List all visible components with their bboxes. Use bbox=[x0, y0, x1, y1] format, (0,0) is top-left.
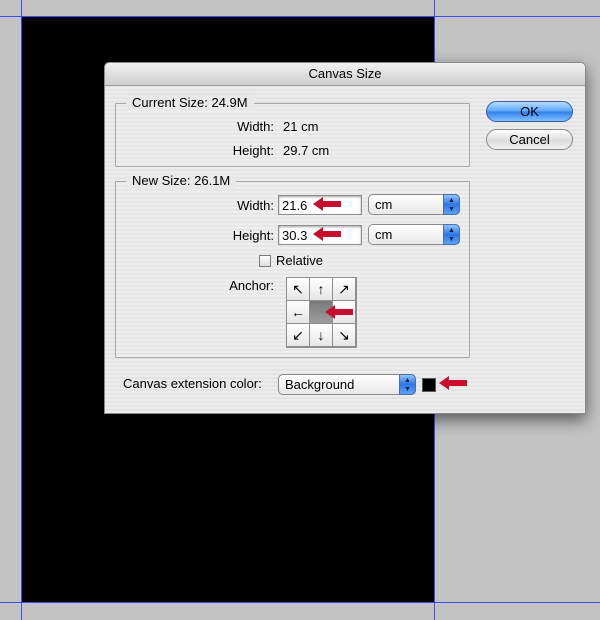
guide-line-bottom bbox=[0, 602, 600, 603]
current-width-label: Width: bbox=[237, 119, 274, 134]
select-stepper-icon: ▲ ▼ bbox=[443, 194, 460, 215]
cancel-button[interactable]: Cancel bbox=[486, 129, 573, 150]
annotation-arrow-icon bbox=[439, 376, 467, 390]
arrow-left-icon: ← bbox=[291, 304, 305, 320]
extension-color-value: Background bbox=[285, 377, 355, 392]
arrow-up-icon: ↑ bbox=[317, 281, 325, 297]
arrow-down-right-icon: ↘ bbox=[338, 327, 350, 343]
canvas-size-dialog: Canvas Size Current Size: 24.9M Width: 2… bbox=[104, 62, 586, 414]
height-unit-value: cm bbox=[375, 227, 393, 242]
extension-color-select[interactable]: Background ▲ ▼ bbox=[278, 374, 416, 395]
guide-line-left bbox=[21, 0, 22, 620]
current-size-group: Current Size: 24.9M Width: 21 cm Height:… bbox=[115, 95, 470, 167]
anchor-top-right[interactable]: ↗ bbox=[333, 278, 355, 300]
height-unit-select[interactable]: cm ▲ ▼ bbox=[368, 224, 460, 245]
extension-color-swatch[interactable] bbox=[422, 378, 436, 392]
extension-color-label: Canvas extension color: bbox=[123, 376, 262, 391]
relative-checkbox[interactable] bbox=[259, 255, 271, 267]
anchor-bottom-left[interactable]: ↙ bbox=[287, 324, 309, 346]
annotation-arrow-icon bbox=[325, 305, 353, 319]
arrow-down-icon: ↓ bbox=[317, 327, 325, 343]
new-width-label: Width: bbox=[237, 198, 274, 213]
arrow-up-right-icon: ↗ bbox=[338, 281, 350, 297]
relative-label: Relative bbox=[276, 253, 323, 268]
dialog-title: Canvas Size bbox=[105, 63, 585, 86]
select-stepper-icon: ▲ ▼ bbox=[399, 374, 416, 395]
anchor-top[interactable]: ↑ bbox=[310, 278, 332, 300]
width-unit-value: cm bbox=[375, 197, 393, 212]
arrow-down-left-icon: ↙ bbox=[292, 327, 304, 343]
new-height-label: Height: bbox=[232, 228, 274, 243]
current-size-legend: Current Size: 24.9M bbox=[126, 95, 254, 111]
current-height-label: Height: bbox=[232, 143, 274, 158]
current-width-value: 21 cm bbox=[283, 119, 319, 134]
select-stepper-icon: ▲ ▼ bbox=[443, 224, 460, 245]
annotation-arrow-icon bbox=[313, 227, 341, 241]
arrow-up-left-icon: ↖ bbox=[292, 281, 304, 297]
anchor-top-left[interactable]: ↖ bbox=[287, 278, 309, 300]
anchor-left[interactable]: ← bbox=[287, 301, 309, 323]
current-height-value: 29.7 cm bbox=[283, 143, 330, 158]
width-unit-select[interactable]: cm ▲ ▼ bbox=[368, 194, 460, 215]
anchor-bottom-right[interactable]: ↘ bbox=[333, 324, 355, 346]
new-size-legend: New Size: 26.1M bbox=[126, 173, 237, 189]
anchor-bottom[interactable]: ↓ bbox=[310, 324, 332, 346]
anchor-label: Anchor: bbox=[229, 278, 274, 293]
ok-button[interactable]: OK bbox=[486, 101, 573, 122]
guide-line-top bbox=[0, 16, 600, 17]
annotation-arrow-icon bbox=[313, 197, 341, 211]
